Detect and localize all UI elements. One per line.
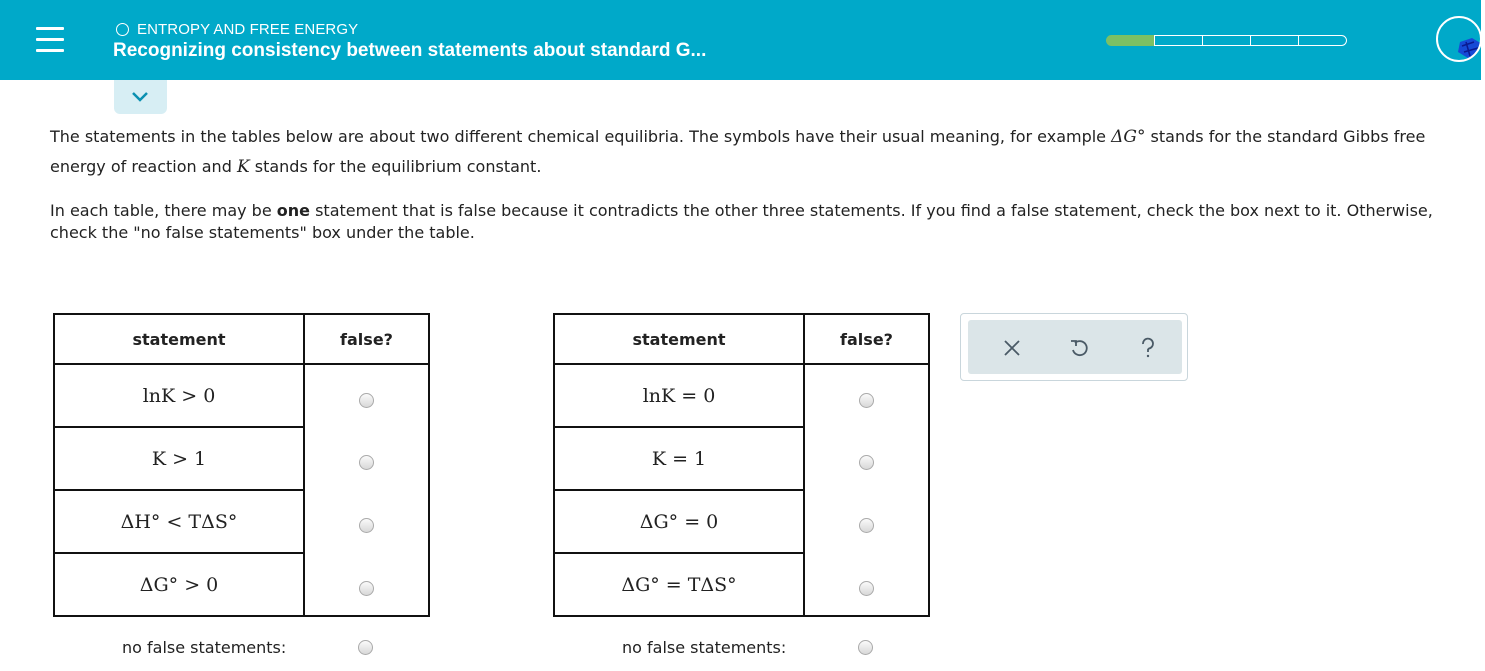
instructions-paragraph-2: In each table, there may be one statemen… [50, 200, 1480, 244]
progress-segment [1106, 35, 1155, 46]
statement-cell: K = 1 [553, 426, 805, 491]
instruction-emphasis: one [276, 201, 310, 220]
chevron-down-icon [132, 92, 148, 102]
tools-background [968, 320, 1182, 374]
progress-segment [1250, 35, 1299, 46]
undo-icon[interactable] [1068, 337, 1090, 359]
false-radio[interactable] [359, 518, 374, 533]
column-header-false: false? [303, 313, 430, 365]
k-symbol: K [236, 157, 250, 177]
menu-icon[interactable] [36, 25, 64, 53]
statements-table-1: statement false? lnK > 0 K > 1 ΔH° < TΔS… [53, 313, 430, 617]
statement-cell: ΔG° = TΔS° [553, 552, 805, 617]
avatar-icon [1458, 38, 1480, 58]
help-icon[interactable] [1137, 337, 1159, 359]
progress-segment [1298, 35, 1347, 46]
progress-segment [1202, 35, 1251, 46]
avatar[interactable] [1436, 16, 1482, 62]
progress-segment [1154, 35, 1203, 46]
statement-cell: K > 1 [53, 426, 305, 491]
no-false-statements-label: no false statements: [622, 638, 787, 657]
false-radio[interactable] [359, 455, 374, 470]
top-bar: ENTROPY AND FREE ENERGY Recognizing cons… [0, 0, 1482, 80]
page-title: Recognizing consistency between statemen… [113, 40, 707, 61]
false-radio[interactable] [359, 580, 374, 596]
false-radio[interactable] [859, 455, 874, 470]
topic-circle-icon [116, 22, 129, 36]
column-header-false: false? [803, 313, 930, 365]
instruction-text: In each table, there may be [50, 201, 277, 220]
answer-tools-panel [960, 313, 1188, 381]
instructions-paragraph-1: The statements in the tables below are a… [50, 122, 1480, 182]
false-radio[interactable] [859, 392, 874, 408]
topic-label: ENTROPY AND FREE ENERGY [137, 20, 359, 38]
no-false-statements-radio[interactable] [858, 640, 873, 655]
statements-table-2: statement false? lnK = 0 K = 1 ΔG° = 0 Δ… [553, 313, 930, 617]
false-radio[interactable] [859, 518, 874, 533]
topic-row: ENTROPY AND FREE ENERGY [116, 20, 358, 38]
statement-cell: ΔG° > 0 [53, 552, 305, 617]
no-false-statements-label: no false statements: [122, 638, 287, 657]
column-header-statement: statement [553, 313, 805, 365]
instruction-text: The statements in the tables below are a… [50, 127, 1112, 146]
no-false-statements-radio[interactable] [358, 640, 373, 655]
statement-cell: ΔH° < TΔS° [53, 489, 305, 554]
false-radio[interactable] [859, 580, 874, 596]
instruction-text: stands for the equilibrium constant. [249, 157, 542, 176]
progress-bar [1106, 35, 1347, 46]
expand-button[interactable] [114, 80, 167, 114]
false-radio[interactable] [359, 392, 374, 408]
column-header-statement: statement [53, 313, 305, 365]
statement-cell: lnK > 0 [53, 363, 305, 428]
statement-cell: ΔG° = 0 [553, 489, 805, 554]
close-icon[interactable] [1001, 337, 1023, 359]
delta-g-symbol: ΔG° [1111, 127, 1146, 147]
statement-cell: lnK = 0 [553, 363, 805, 428]
